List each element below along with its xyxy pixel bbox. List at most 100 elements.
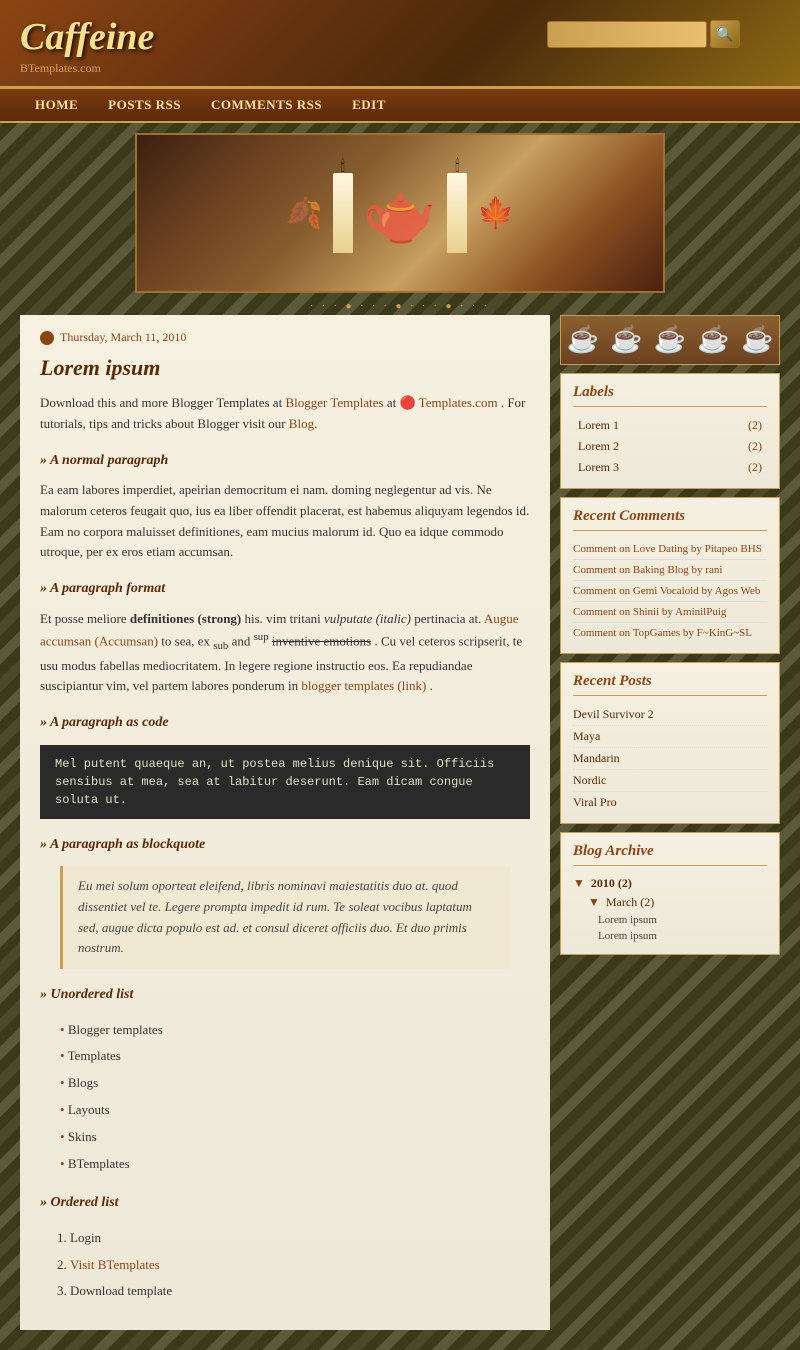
label-item-1[interactable]: Lorem 1 (2) [573,415,767,436]
post-body: Download this and more Blogger Templates… [40,393,530,1305]
year-count: (2) [618,876,632,890]
recent-post-5[interactable]: Viral Pro [573,792,767,813]
year-label: 2010 [591,876,615,890]
comment-link-5[interactable]: Comment on TopGames by F~KinG~SL [573,627,752,639]
comment-link-3[interactable]: Comment on Gemi Vocaloid by Agos Web [573,585,760,597]
bold-text: definitiones (strong) [130,611,241,626]
cup-icon-5[interactable]: ☕ [737,321,777,359]
label-name-1: Lorem 1 [578,418,619,433]
cup-icon-2[interactable]: ☕ [606,321,646,359]
recent-post-4[interactable]: Nordic [573,770,767,792]
sub-text: sub [213,640,228,652]
cup-icon-1[interactable]: ☕ [563,321,603,359]
year-toggle: ▼ [573,876,585,890]
code-block: Mel putent quaeque an, ut postea melius … [40,745,530,819]
sidebar: ☕ ☕ ☕ ☕ ☕ Labels Lorem 1 (2) Lorem 2 (2)… [560,315,780,963]
label-count-3: (2) [748,460,762,475]
teapot-decor: 🫖 [363,178,438,249]
comment-link-2[interactable]: Comment on Baking Blog by rani [573,564,722,576]
nav-edit[interactable]: EDIT [337,89,401,121]
section1-text: Ea eam labores imperdiet, apeirian democ… [40,480,530,563]
strikethrough-text: inventive emotions [272,634,371,649]
site-subtitle: BTemplates.com [20,61,780,76]
blog-archive-title: Blog Archive [573,843,767,866]
nav-comments-rss[interactable]: COMMENTS RSS [196,89,337,121]
recent-post-2[interactable]: Maya [573,726,767,748]
comment-item-4: Comment on Shinii by AminilPuig [573,602,767,623]
comment-item-3: Comment on Gemi Vocaloid by Agos Web [573,581,767,602]
templates-com-link[interactable]: 🔴 Templates.com [399,395,497,410]
archive-post-2[interactable]: Lorem ipsum [573,928,767,944]
search-bar: 🔍 [547,20,740,48]
ordered-list: Login Visit BTemplates Download template [70,1225,530,1305]
site-header: Caffeine BTemplates.com 🔍 [0,0,800,89]
section4-header: A paragraph as blockquote [40,834,530,856]
content-area: Thursday, March 11, 2010 Lorem ipsum Dow… [20,315,550,1330]
recent-post-1[interactable]: Devil Survivor 2 [573,704,767,726]
list-item: Blogs [60,1070,530,1097]
label-item-2[interactable]: Lorem 2 (2) [573,436,767,457]
nav-posts-rss[interactable]: POSTS RSS [93,89,196,121]
site-banner: 🍂 🫖 🍁 [135,133,665,293]
cup-icon-4[interactable]: ☕ [693,321,733,359]
list-item: Layouts [60,1097,530,1124]
comment-item-1: Comment on Love Dating by Pitapeo BHS [573,539,767,560]
list-item: Skins [60,1124,530,1151]
section1-header: A normal paragraph [40,450,530,472]
search-input[interactable] [547,21,707,48]
ordered-list-item: Visit BTemplates [70,1252,530,1279]
recent-posts-title: Recent Posts [573,673,767,696]
label-count-2: (2) [748,439,762,454]
month-count: (2) [640,895,654,909]
btemplates-link[interactable]: Blogger Templates [285,395,383,410]
blog-archive-section: Blog Archive ▼ 2010 (2) ▼ March (2) Lore… [560,832,780,955]
recent-comments-section: Recent Comments Comment on Love Dating b… [560,497,780,654]
post-date-text: Thursday, March 11, 2010 [60,330,186,345]
month-label: March [606,895,637,909]
candle-decor-2 [447,173,467,253]
ordered-list-item: Login [70,1225,530,1252]
section2-header: A paragraph format [40,578,530,600]
dots-decoration: · · · ● · · · ● · · · ● · · · [0,298,800,315]
italic-text: vulputate (italic) [324,611,411,626]
post-title: Lorem ipsum [40,355,530,381]
label-name-2: Lorem 2 [578,439,619,454]
leaf-decor: 🍂 [285,196,322,231]
visit-btemplates-link[interactable]: Visit BTemplates [70,1257,160,1272]
leaf-decor-2: 🍁 [477,196,514,231]
section5-header: Unordered list [40,984,530,1006]
comment-link-4[interactable]: Comment on Shinii by AminilPuig [573,606,726,618]
candle-decor [333,173,353,253]
labels-title: Labels [573,384,767,407]
search-button[interactable]: 🔍 [710,20,740,48]
unordered-list: Blogger templates Templates Blogs Layout… [60,1017,530,1178]
navigation: HOME POSTS RSS COMMENTS RSS EDIT [0,89,800,123]
recent-post-3[interactable]: Mandarin [573,748,767,770]
label-item-3[interactable]: Lorem 3 (2) [573,457,767,478]
month-toggle: ▼ [588,895,600,909]
post-date: Thursday, March 11, 2010 [40,330,530,345]
archive-month-march[interactable]: ▼ March (2) [573,893,767,912]
recent-posts-section: Recent Posts Devil Survivor 2 Maya Manda… [560,662,780,824]
blockquote: Eu mei solum oporteat eleifend, libris n… [60,866,510,969]
main-wrapper: Thursday, March 11, 2010 Lorem ipsum Dow… [0,315,800,1350]
label-count-1: (2) [748,418,762,433]
comment-item-2: Comment on Baking Blog by rani [573,560,767,581]
list-item: Blogger templates [60,1017,530,1044]
archive-post-1[interactable]: Lorem ipsum [573,912,767,928]
labels-section: Labels Lorem 1 (2) Lorem 2 (2) Lorem 3 (… [560,373,780,489]
comment-item-5: Comment on TopGames by F~KinG~SL [573,623,767,643]
comment-link-1[interactable]: Comment on Love Dating by Pitapeo BHS [573,543,762,555]
post-intro: Download this and more Blogger Templates… [40,393,530,435]
recent-comments-title: Recent Comments [573,508,767,531]
list-item: BTemplates [60,1151,530,1178]
date-icon [40,331,54,345]
archive-year-2010[interactable]: ▼ 2010 (2) [573,874,767,893]
section2-text: Et posse meliore definitiones (strong) h… [40,609,530,698]
section3-header: A paragraph as code [40,712,530,734]
blogger-templates-link[interactable]: blogger templates (link) [301,678,426,693]
blog-link[interactable]: Blog [289,416,314,431]
cup-icon-3[interactable]: ☕ [650,321,690,359]
label-name-3: Lorem 3 [578,460,619,475]
nav-home[interactable]: HOME [20,89,93,121]
